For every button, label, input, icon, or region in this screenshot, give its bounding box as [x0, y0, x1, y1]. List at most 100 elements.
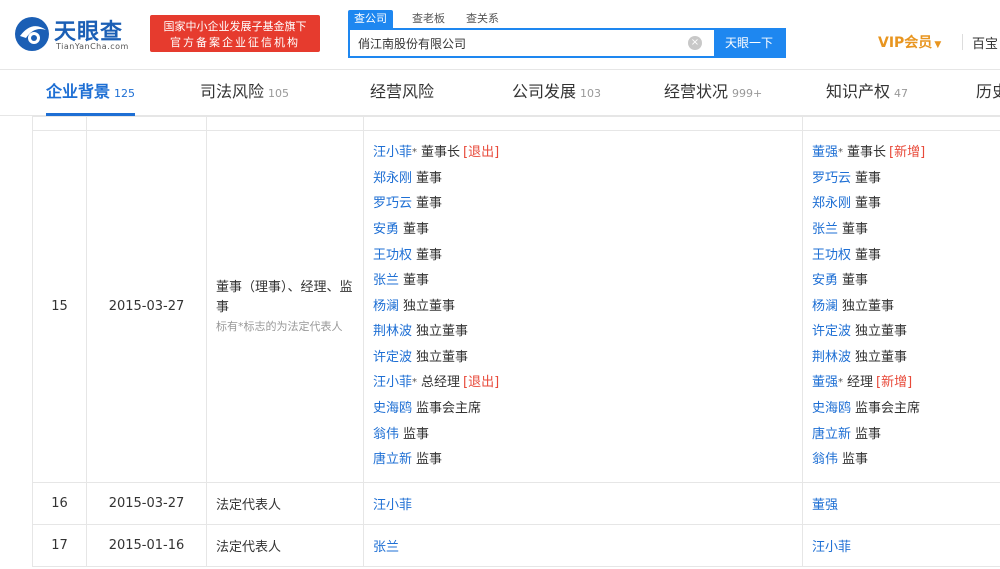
- table-row: 17 2015-01-16 法定代表人 张兰 汪小菲: [32, 524, 1000, 567]
- person-link[interactable]: 荆林波: [373, 324, 412, 339]
- before-change-cell: 汪小菲* 董事长 [退出] 郑永刚 董事 罗巧云 董事 安勇 董事 王功权 董事 张兰 董事 杨澜 独立董事…: [363, 130, 803, 483]
- person-role: 董事: [403, 273, 430, 289]
- person-line: 许定波 独立董事: [812, 319, 1000, 345]
- person-link[interactable]: 史海鸥: [373, 401, 412, 416]
- person-role: 董事: [842, 273, 869, 289]
- change-tag: [退出]: [463, 145, 500, 161]
- brand-logo[interactable]: 天眼查 TianYanCha.com: [14, 14, 140, 54]
- person-link[interactable]: 汪小菲: [373, 498, 412, 513]
- person-role: 监事: [403, 426, 430, 442]
- nav-tab-count: 105: [268, 87, 290, 100]
- table-row-partial: [32, 116, 1000, 131]
- search-button[interactable]: 天眼一下: [714, 30, 784, 56]
- person-line: 杨澜 独立董事: [812, 294, 1000, 320]
- person-link[interactable]: 翁伟: [812, 452, 838, 467]
- search-box: × 天眼一下: [348, 28, 786, 58]
- clear-icon[interactable]: ×: [688, 36, 702, 50]
- person-link[interactable]: 董强: [812, 498, 838, 513]
- search-tab-boss[interactable]: 查老板: [406, 10, 451, 28]
- person-link[interactable]: 许定波: [373, 350, 412, 365]
- person-link[interactable]: 罗巧云: [373, 196, 412, 211]
- legal-rep-mark: *: [412, 147, 418, 159]
- person-link[interactable]: 汪小菲: [812, 540, 851, 555]
- person-role: 董事: [842, 221, 869, 237]
- person-role: 董事: [855, 196, 882, 212]
- person-line: 翁伟 监事: [373, 422, 802, 448]
- person-role: 监事: [855, 426, 882, 442]
- more-link[interactable]: 百宝: [972, 33, 998, 52]
- search-tab-company[interactable]: 查公司: [348, 10, 393, 28]
- nav-tab-history[interactable]: 历史: [976, 70, 1000, 116]
- person-line: 罗巧云 董事: [812, 166, 1000, 192]
- person-line: 王功权 董事: [373, 243, 802, 269]
- person-link[interactable]: 翁伟: [373, 427, 399, 442]
- person-link[interactable]: 董强: [812, 145, 838, 160]
- section-nav: 企业背景 125 司法风险 105 经营风险 公司发展 103 经营状况 999+ 知识…: [0, 70, 1000, 116]
- eye-logo-icon: [15, 17, 49, 51]
- top-header: 天眼查 TianYanCha.com 国家中小企业发展子基金旗下 官方备案企业征…: [0, 0, 1000, 70]
- legal-rep-mark: *: [838, 377, 844, 389]
- legal-rep-mark: *: [412, 377, 418, 389]
- person-role: 独立董事: [855, 349, 908, 365]
- person-line: 荆林波 独立董事: [812, 345, 1000, 371]
- after-change-cell: 董强* 董事长 [新增] 罗巧云 董事 郑永刚 董事 张兰 董事 王功权 董事 安勇 董事 杨澜 独立董事许…: [802, 130, 1000, 483]
- person-link[interactable]: 张兰: [812, 222, 838, 237]
- person-line: 唐立新 监事: [812, 422, 1000, 448]
- change-tag: [新增]: [876, 375, 913, 391]
- person-role: 独立董事: [416, 324, 469, 340]
- nav-tab-legal-risk[interactable]: 司法风险 105: [200, 70, 289, 116]
- item-title: 董事（理事）、经理、监事: [216, 279, 353, 315]
- official-badge: 国家中小企业发展子基金旗下 官方备案企业征信机构: [150, 15, 320, 52]
- person-link[interactable]: 史海鸥: [812, 401, 851, 416]
- before-change-cell: 汪小菲: [363, 482, 803, 525]
- nav-tab-operation-status[interactable]: 经营状况 999+: [664, 70, 762, 116]
- row-date: 2015-03-27: [86, 130, 207, 483]
- person-link[interactable]: 罗巧云: [812, 171, 851, 186]
- person-link[interactable]: 张兰: [373, 273, 399, 288]
- row-number: 15: [32, 130, 87, 483]
- nav-tab-label: 历史: [976, 82, 1000, 101]
- person-role: 董事: [416, 247, 443, 263]
- person-link[interactable]: 杨澜: [373, 299, 399, 314]
- person-role: 董事长: [847, 145, 887, 161]
- person-link[interactable]: 安勇: [373, 222, 399, 237]
- person-link[interactable]: 唐立新: [373, 452, 412, 467]
- nav-tab-label: 经营风险: [370, 82, 435, 101]
- person-line: 张兰 董事: [373, 268, 802, 294]
- person-link[interactable]: 张兰: [373, 540, 399, 555]
- person-line: 翁伟 监事: [812, 447, 1000, 473]
- nav-tab-background[interactable]: 企业背景 125: [46, 70, 136, 116]
- person-line: 汪小菲* 董事长 [退出]: [373, 140, 802, 166]
- person-link[interactable]: 郑永刚: [812, 196, 851, 211]
- row-item: 法定代表人: [206, 482, 364, 525]
- brand-subtitle: TianYanCha.com: [56, 42, 129, 51]
- person-link[interactable]: 王功权: [373, 248, 412, 263]
- person-link[interactable]: 汪小菲: [373, 145, 412, 160]
- person-link[interactable]: 唐立新: [812, 427, 851, 442]
- person-line: 安勇 董事: [373, 217, 802, 243]
- legal-rep-mark: *: [838, 147, 844, 159]
- vip-member-button[interactable]: VIP会员 ▼: [878, 32, 941, 52]
- person-line: 王功权 董事: [812, 243, 1000, 269]
- badge-line-1: 国家中小企业发展子基金旗下: [163, 20, 307, 33]
- nav-tab-operation-risk[interactable]: 经营风险: [370, 70, 434, 116]
- person-link[interactable]: 许定波: [812, 324, 851, 339]
- person-link[interactable]: 汪小菲: [373, 375, 412, 390]
- person-link[interactable]: 郑永刚: [373, 171, 412, 186]
- person-link[interactable]: 董强: [812, 375, 838, 390]
- person-link[interactable]: 安勇: [812, 273, 838, 288]
- search-tab-relation[interactable]: 查关系: [460, 10, 505, 28]
- person-role: 独立董事: [855, 324, 908, 340]
- person-link[interactable]: 荆林波: [812, 350, 851, 365]
- search-input[interactable]: [350, 30, 710, 56]
- person-link[interactable]: 王功权: [812, 248, 851, 263]
- person-role: 独立董事: [416, 349, 469, 365]
- person-line: 许定波 独立董事: [373, 345, 802, 371]
- nav-tab-ip[interactable]: 知识产权 47: [826, 70, 908, 116]
- caret-down-icon: ▼: [934, 40, 942, 50]
- person-role: 董事: [416, 196, 443, 212]
- person-link[interactable]: 杨澜: [812, 299, 838, 314]
- header-divider: [962, 34, 963, 50]
- change-tag: [新增]: [889, 145, 926, 161]
- nav-tab-development[interactable]: 公司发展 103: [512, 70, 601, 116]
